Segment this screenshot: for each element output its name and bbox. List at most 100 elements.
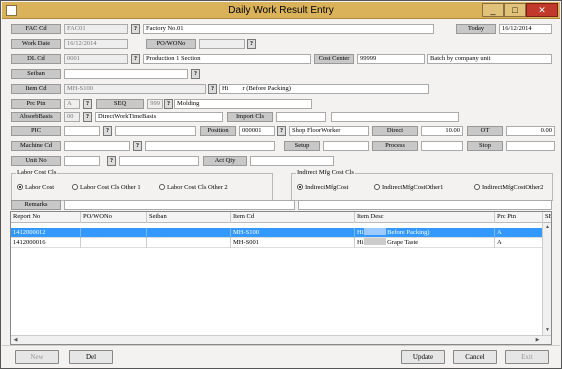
work-date-label: Work Date	[11, 39, 61, 49]
col-header-item-desc[interactable]: Item Desc	[355, 212, 495, 223]
item-cd-lookup-button[interactable]: ?	[208, 84, 217, 94]
stop-label: Stop	[467, 141, 503, 151]
grid-horizontal-scrollbar[interactable]: ◀ ▶	[11, 335, 551, 344]
remarks-field[interactable]	[64, 200, 295, 210]
labor-cost-other2-radio[interactable]: Labor Cost Cls Other 2	[159, 184, 228, 191]
dl-cd-field[interactable]: 0001	[64, 54, 128, 64]
fac-cd-lookup-button[interactable]: ?	[131, 24, 140, 34]
col-header-seq[interactable]: SEQ	[543, 212, 551, 223]
item-cd-field[interactable]: MH-S100	[64, 84, 206, 94]
pic-field[interactable]	[64, 126, 100, 136]
indirect-mfg-other2-radio[interactable]: IndirectMfgCostOther2	[474, 184, 543, 191]
col-header-po-wono[interactable]: PO/WONo	[81, 212, 147, 223]
work-date-field[interactable]: 16/12/2014	[64, 39, 128, 49]
pic-label: PIC	[11, 126, 61, 136]
redacted-text	[363, 228, 386, 235]
seiban-lookup-button[interactable]: ?	[191, 69, 200, 79]
dl-cd-lookup-button[interactable]: ?	[131, 54, 140, 64]
fac-name-field[interactable]: Factory No.01	[143, 24, 434, 34]
seiban-field[interactable]	[64, 69, 188, 79]
update-button[interactable]: Update	[401, 350, 445, 364]
del-button[interactable]: Del	[69, 350, 113, 364]
position-field[interactable]: 000001	[239, 126, 275, 136]
main-window: Daily Work Result Entry _ □ ✕ FAC Cd FAC…	[0, 0, 562, 369]
radio-icon	[474, 184, 480, 190]
radio-icon	[374, 184, 380, 190]
indirect-mfg-group: Indirect Mfg Cost Cls IndirectMfgCost In…	[291, 169, 553, 201]
prc-ptn-lookup-button[interactable]: ?	[83, 99, 92, 109]
unit-no-field[interactable]	[64, 156, 100, 166]
import-cls-field[interactable]	[276, 112, 326, 122]
cell-po-wono	[81, 238, 147, 248]
pic-lookup-button[interactable]: ?	[103, 126, 112, 136]
import-cls-name-field[interactable]	[331, 112, 459, 122]
cell-item-cd: MH-S001	[231, 238, 355, 248]
absorb-basis-name-field[interactable]: DirectWorkTimeBasis	[95, 112, 223, 122]
po-wono-lookup-button[interactable]: ?	[247, 39, 256, 49]
machine-cd-lookup-button[interactable]: ?	[133, 141, 142, 151]
table-row[interactable]: 1412000016 MH-S001 Hi Grape Taste A 999	[11, 238, 551, 248]
seq-lookup-button[interactable]: ?	[164, 99, 173, 109]
machine-cd-field[interactable]	[64, 141, 130, 151]
maximize-button[interactable]: □	[504, 3, 526, 17]
new-button[interactable]: New	[15, 350, 59, 364]
seiban-label: Seiban	[11, 69, 61, 79]
cost-center-name-field[interactable]: Batch by company unit	[427, 54, 552, 64]
position-name-field[interactable]: Shop FloorWorker	[289, 126, 369, 136]
scroll-up-icon[interactable]: ▲	[543, 223, 551, 232]
indirect-mfg-other1-radio[interactable]: IndirectMfgCostOther1	[374, 184, 443, 191]
labor-cost-other1-radio[interactable]: Labor Cost Cls Other 1	[72, 184, 141, 191]
unit-no-label: Unit No	[11, 156, 61, 166]
direct-field[interactable]: 10.00	[421, 126, 463, 136]
close-button[interactable]: ✕	[526, 3, 558, 17]
grid-header: Report No PO/WONo Seiban Item Cd Item De…	[11, 212, 551, 223]
po-wono-field[interactable]	[199, 39, 245, 49]
seq-field[interactable]: 999	[147, 99, 163, 109]
unit-name-field[interactable]	[119, 156, 199, 166]
col-header-seiban[interactable]: Seiban	[147, 212, 231, 223]
col-header-prc-ptn[interactable]: Prc Ptn	[495, 212, 543, 223]
machine-name-field[interactable]	[145, 141, 275, 151]
stop-field[interactable]	[506, 141, 555, 151]
grid-vertical-scrollbar[interactable]: ▲ ▼	[542, 223, 551, 335]
scroll-down-icon[interactable]: ▼	[543, 326, 551, 335]
cancel-button[interactable]: Cancel	[453, 350, 497, 364]
item-name-field[interactable]: Hi r (Before Packing)	[219, 84, 429, 94]
direct-label: Direct	[372, 126, 418, 136]
radio-label: IndirectMfgCost	[305, 184, 349, 191]
dl-name-field[interactable]: Production 1 Section	[143, 54, 311, 64]
cell-prc-ptn: A	[495, 228, 543, 238]
process-field[interactable]	[421, 141, 463, 151]
table-row[interactable]: 1412000012 MH-S100 Hi Before Packing) A …	[11, 228, 551, 238]
scroll-left-icon[interactable]: ◀	[11, 336, 20, 344]
import-cls-label: Import Cls	[227, 112, 273, 122]
remarks-field-2[interactable]	[298, 200, 552, 210]
act-qty-field[interactable]	[250, 156, 334, 166]
radio-label: Labor Cost Cls Other 2	[167, 184, 228, 191]
title-bar[interactable]: Daily Work Result Entry _ □ ✕	[2, 2, 560, 19]
radio-label: Labor Cost Cls Other 1	[80, 184, 141, 191]
today-field[interactable]: 16/12/2014	[499, 24, 552, 34]
labor-cost-cls-group: Labor Cost Cls Labor Cost Labor Cost Cls…	[11, 169, 273, 201]
scroll-right-icon[interactable]: ▶	[533, 336, 542, 344]
labor-cost-radio[interactable]: Labor Cost	[17, 184, 54, 191]
radio-label: Labor Cost	[25, 184, 55, 191]
indirect-mfg-cost-radio[interactable]: IndirectMfgCost	[297, 184, 348, 191]
prc-ptn-label: Prc Ptn	[11, 99, 61, 109]
prc-ptn-field[interactable]: A	[64, 99, 80, 109]
results-grid[interactable]: Report No PO/WONo Seiban Item Cd Item De…	[10, 211, 552, 345]
seq-name-field[interactable]: Molding	[174, 99, 312, 109]
minimize-button[interactable]: _	[482, 3, 504, 17]
unit-no-lookup-button[interactable]: ?	[107, 156, 116, 166]
pic-name-field[interactable]	[115, 126, 196, 136]
absorb-basis-lookup-button[interactable]: ?	[83, 112, 92, 122]
col-header-item-cd[interactable]: Item Cd	[231, 212, 355, 223]
cost-center-field[interactable]: 99999	[357, 54, 425, 64]
absorb-basis-field[interactable]: 00	[64, 112, 80, 122]
col-header-report-no[interactable]: Report No	[11, 212, 81, 223]
exit-button[interactable]: Exit	[505, 350, 549, 364]
position-lookup-button[interactable]: ?	[277, 126, 286, 136]
fac-cd-field[interactable]: FAC01	[64, 24, 128, 34]
ot-field[interactable]: 0.00	[506, 126, 555, 136]
setup-field[interactable]	[323, 141, 369, 151]
